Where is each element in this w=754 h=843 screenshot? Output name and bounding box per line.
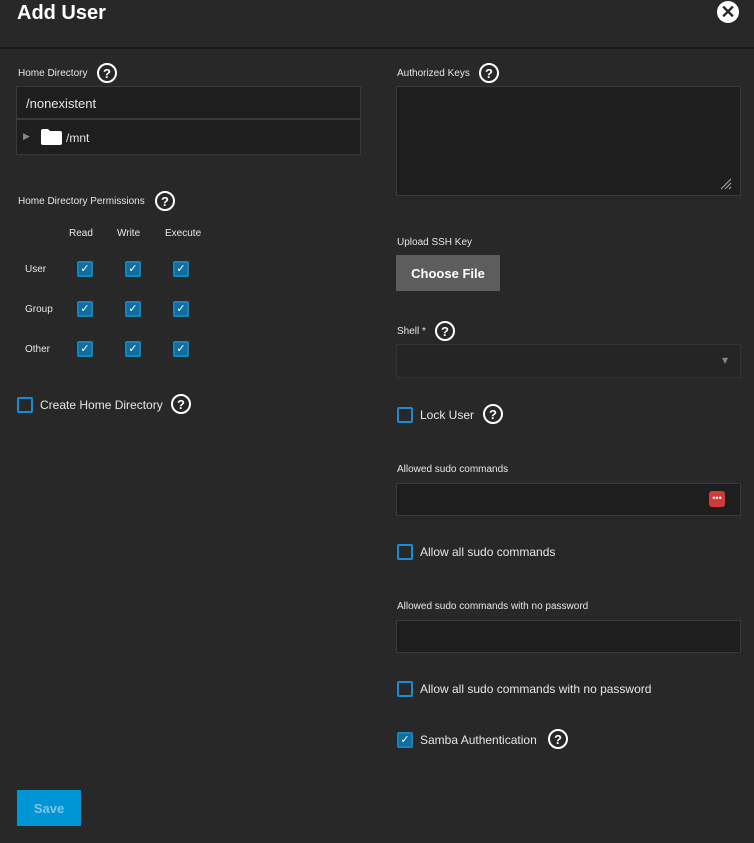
choose-file-button[interactable]: Choose File [396, 255, 500, 291]
user-execute-checkbox[interactable]: ✓ [173, 261, 189, 277]
perm-header-execute: Execute [165, 228, 202, 239]
dialog-title: Add User [17, 2, 106, 24]
directory-tree[interactable]: ▶ /mnt [16, 119, 361, 155]
sudo-nopasswd-label: Allowed sudo commands with no password [397, 601, 589, 612]
perm-row-group: Group [25, 304, 53, 315]
lock-user-checkbox[interactable] [397, 407, 413, 423]
required-mark: * [422, 326, 426, 337]
help-icon[interactable]: ? [171, 394, 191, 414]
user-write-checkbox[interactable]: ✓ [125, 261, 141, 277]
create-home-directory-label: Create Home Directory [40, 398, 163, 412]
sudo-nopasswd-input[interactable] [396, 620, 741, 653]
samba-auth-label: Samba Authentication [420, 733, 537, 747]
create-home-directory-checkbox[interactable] [17, 397, 33, 413]
perm-header-read: Read [69, 228, 93, 239]
tree-item-label: /mnt [66, 131, 90, 145]
group-execute-checkbox[interactable]: ✓ [173, 301, 189, 317]
help-icon[interactable]: ? [548, 729, 568, 749]
other-read-checkbox[interactable]: ✓ [77, 341, 93, 357]
help-icon[interactable]: ? [479, 63, 499, 83]
sudo-commands-label: Allowed sudo commands [397, 464, 509, 475]
resize-handle-icon[interactable] [720, 178, 732, 190]
home-directory-value: /nonexistent [26, 96, 97, 111]
home-directory-input[interactable]: /nonexistent [16, 86, 361, 119]
authorized-keys-label: Authorized Keys [397, 68, 470, 79]
expand-arrow-icon[interactable]: ▶ [23, 131, 30, 142]
shell-select[interactable]: ▾ [396, 344, 741, 378]
other-write-checkbox[interactable]: ✓ [125, 341, 141, 357]
lock-user-label: Lock User [420, 408, 475, 422]
help-icon[interactable]: ? [435, 321, 455, 341]
group-write-checkbox[interactable]: ✓ [125, 301, 141, 317]
samba-auth-checkbox[interactable]: ✓ [397, 732, 413, 748]
header-divider [0, 47, 754, 49]
allow-all-sudo-nopasswd-checkbox[interactable] [397, 681, 413, 697]
group-read-checkbox[interactable]: ✓ [77, 301, 93, 317]
user-read-checkbox[interactable]: ✓ [77, 261, 93, 277]
allow-all-sudo-nopasswd-label: Allow all sudo commands with no password [420, 682, 652, 696]
other-execute-checkbox[interactable]: ✓ [173, 341, 189, 357]
shell-label-text: Shell [397, 326, 420, 337]
perm-header-write: Write [117, 228, 141, 239]
perm-row-user: User [25, 264, 47, 275]
permissions-label: Home Directory Permissions [18, 196, 145, 207]
chevron-down-icon: ▾ [721, 353, 728, 367]
save-button[interactable]: Save [17, 790, 81, 826]
help-icon[interactable]: ? [155, 191, 175, 211]
authorized-keys-textarea[interactable] [396, 86, 741, 196]
perm-row-other: Other [25, 344, 51, 355]
allow-all-sudo-label: Allow all sudo commands [420, 545, 556, 559]
help-icon[interactable]: ? [97, 63, 117, 83]
close-icon[interactable]: ✕ [717, 1, 739, 23]
sudo-commands-input[interactable]: ••• [396, 483, 741, 516]
allow-all-sudo-checkbox[interactable] [397, 544, 413, 560]
folder-icon [41, 129, 62, 145]
password-manager-icon[interactable]: ••• [709, 491, 725, 507]
upload-ssh-key-label: Upload SSH Key [397, 237, 473, 248]
shell-label: Shell * [397, 326, 426, 337]
help-icon[interactable]: ? [483, 404, 503, 424]
home-directory-label: Home Directory [18, 68, 88, 79]
